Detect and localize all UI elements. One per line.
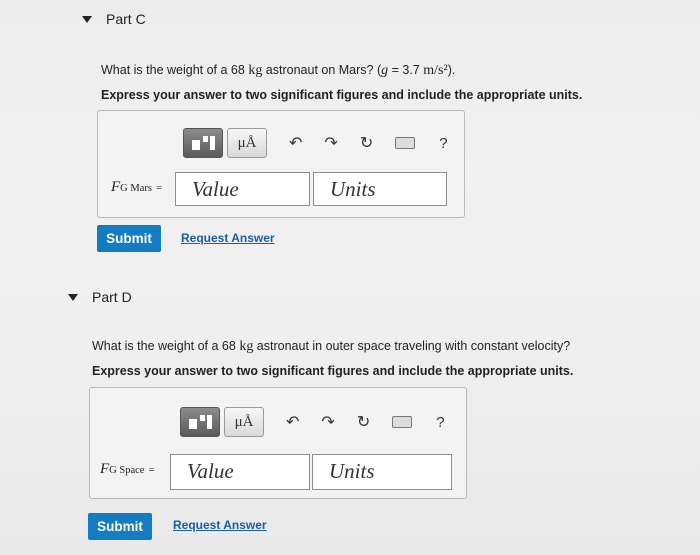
symbols-button[interactable]: μÅ — [224, 407, 264, 437]
symbols-button[interactable]: μÅ — [227, 128, 267, 158]
part-c-answer-box: μÅ ↶ ↷ ↻ ? FG Mars = Value Units — [97, 110, 465, 218]
fg-space-label: FG Space = — [100, 461, 155, 478]
question-text: What is the weight of a 68 — [101, 63, 245, 77]
keyboard-icon[interactable] — [392, 416, 413, 428]
force-symbol: F — [100, 461, 110, 477]
part-c-submit-button[interactable]: Submit — [97, 225, 161, 252]
part-c-question: What is the weight of a 68 kg astronaut … — [101, 63, 455, 79]
force-symbol: F — [111, 179, 121, 195]
part-d-header[interactable]: Part D — [68, 289, 132, 305]
question-text: ). — [447, 63, 456, 77]
templates-icon — [192, 136, 215, 150]
equals-sign: = — [155, 182, 163, 194]
force-subscript: G Mars — [120, 183, 152, 194]
value-input[interactable]: Value — [170, 454, 310, 490]
part-d-request-answer-link[interactable]: Request Answer — [173, 518, 267, 532]
part-c-request-answer-link[interactable]: Request Answer — [181, 231, 275, 245]
part-c-instruction: Express your answer to two significant f… — [101, 88, 583, 102]
question-text: astronaut on Mars? ( — [262, 63, 382, 77]
mu-angstrom-icon: μÅ — [234, 413, 254, 430]
equals-sign: = — [148, 464, 155, 476]
part-d-title: Part D — [92, 289, 132, 305]
undo-icon[interactable]: ↶ — [289, 133, 302, 153]
help-icon[interactable]: ? — [439, 135, 447, 152]
mass-unit: kg — [248, 63, 263, 78]
reset-icon[interactable]: ↻ — [360, 133, 373, 153]
question-text: What is the weight of a 68 — [92, 339, 236, 353]
gravity-unit: m/s² — [423, 63, 448, 78]
part-d-answer-box: μÅ ↶ ↷ ↻ ? FG Space = Value Units — [89, 387, 467, 499]
undo-icon[interactable]: ↶ — [286, 412, 299, 432]
part-d-instruction: Express your answer to two significant f… — [92, 364, 574, 378]
question-text: astronaut in outer space traveling with … — [253, 339, 571, 353]
force-subscript: G Space — [109, 465, 145, 476]
caret-down-icon[interactable] — [82, 15, 92, 23]
keyboard-icon[interactable] — [395, 137, 416, 149]
part-c-toolbar: μÅ ↶ ↷ ↻ ? — [183, 128, 448, 158]
part-c-header[interactable]: Part C — [82, 11, 146, 27]
part-d-toolbar: μÅ ↶ ↷ ↻ ? — [180, 407, 445, 437]
templates-icon — [189, 415, 212, 429]
reset-icon[interactable]: ↻ — [357, 412, 370, 432]
redo-icon[interactable]: ↷ — [324, 133, 337, 153]
part-d-submit-button[interactable]: Submit — [88, 513, 152, 540]
caret-down-icon[interactable] — [68, 293, 78, 301]
templates-button[interactable] — [180, 407, 220, 437]
part-c-title: Part C — [106, 11, 146, 27]
gravity-value: = 3.7 — [388, 63, 424, 77]
units-input[interactable]: Units — [312, 454, 452, 490]
redo-icon[interactable]: ↷ — [321, 412, 334, 432]
mass-unit: kg — [239, 339, 254, 354]
mu-angstrom-icon: μÅ — [237, 134, 257, 151]
templates-button[interactable] — [183, 128, 223, 158]
units-input[interactable]: Units — [313, 172, 447, 206]
fg-mars-label: FG Mars = — [111, 179, 162, 196]
part-d-question: What is the weight of a 68 kg astronaut … — [92, 339, 570, 355]
value-input[interactable]: Value — [175, 172, 310, 206]
help-icon[interactable]: ? — [436, 414, 444, 431]
